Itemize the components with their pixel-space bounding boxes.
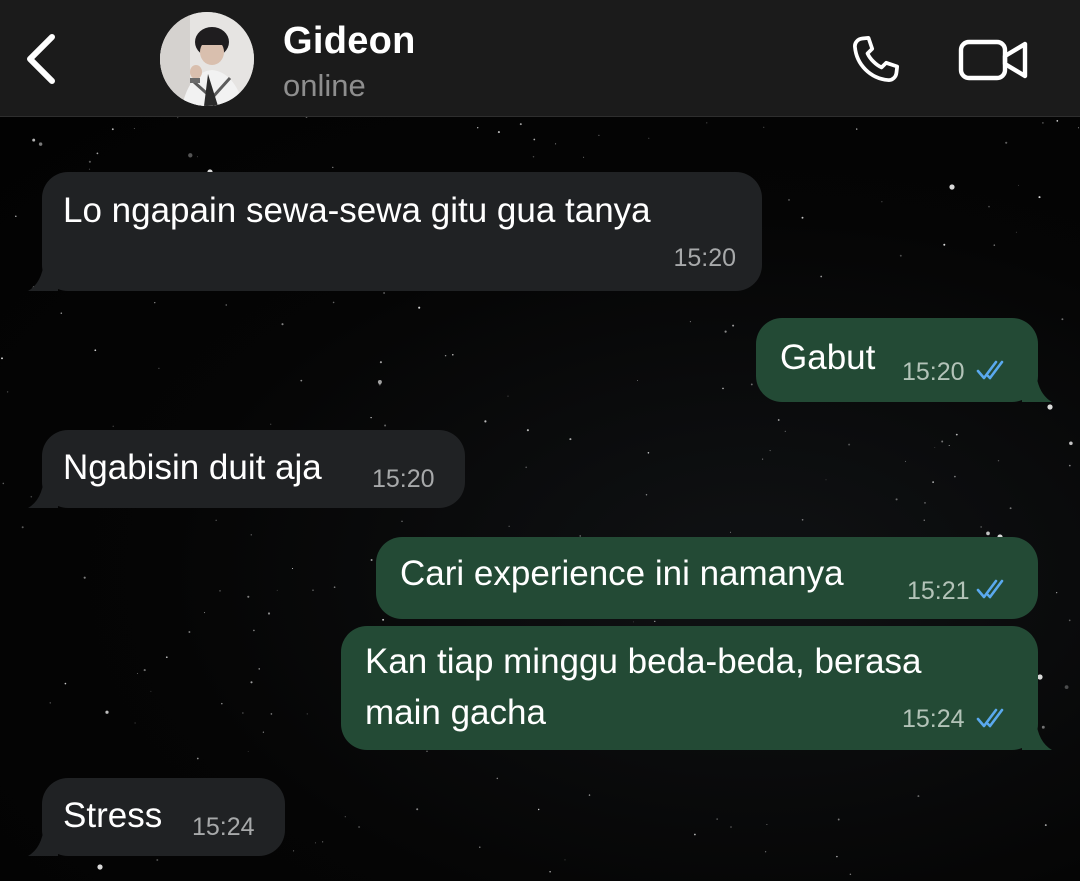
message-list[interactable]: Lo ngapain sewa-sewa gitu gua tanya 15:2… <box>0 117 1080 881</box>
message-bubble-incoming[interactable]: Lo ngapain sewa-sewa gitu gua tanya 15:2… <box>28 172 762 291</box>
message-text: Stress <box>63 796 163 835</box>
bubble-tail <box>28 478 58 508</box>
contact-name[interactable]: Gideon <box>283 20 416 63</box>
read-receipt-icon <box>976 360 1004 380</box>
message-timestamp: 15:24 <box>192 813 255 841</box>
avatar-photo <box>160 12 254 106</box>
contact-status: online <box>283 68 366 103</box>
phone-icon <box>853 35 900 82</box>
message-timestamp: 15:20 <box>902 358 965 386</box>
voice-call-button[interactable] <box>840 28 910 92</box>
message-timestamp: 15:20 <box>372 465 435 493</box>
message-text: Gabut <box>780 338 876 377</box>
bubble-tail <box>1022 720 1052 750</box>
video-camera-icon <box>958 39 1028 81</box>
message-bubble-incoming[interactable]: Ngabisin duit aja 15:20 <box>28 430 465 508</box>
bubble-tail <box>1022 372 1052 402</box>
message-text: Ngabisin duit aja <box>63 448 322 487</box>
avatar[interactable] <box>160 12 254 106</box>
message-timestamp: 15:21 <box>907 577 970 605</box>
chat-screen: Gideon online Lo ngapain sewa-sewa gitu … <box>0 0 1080 881</box>
bubble-tail <box>28 261 58 291</box>
message-timestamp: 15:24 <box>902 705 965 733</box>
message-text: Lo ngapain sewa-sewa gitu gua tanya <box>63 191 651 230</box>
message-timestamp: 15:20 <box>673 244 736 272</box>
chevron-left-icon <box>27 34 55 84</box>
video-call-button[interactable] <box>952 28 1036 92</box>
message-bubble-outgoing[interactable]: Gabut 15:20 <box>756 318 1052 402</box>
bubble-tail <box>28 826 58 856</box>
message-text: Cari experience ini namanya <box>400 554 844 593</box>
chat-header: Gideon online <box>0 0 1080 117</box>
message-text-line: Kan tiap minggu beda-beda, berasa <box>365 642 922 681</box>
message-text-line: main gacha <box>365 693 546 732</box>
message-bubble-outgoing[interactable]: Kan tiap minggu beda-beda, berasa main g… <box>341 626 1052 750</box>
message-bubble-incoming[interactable]: Stress 15:24 <box>28 778 285 856</box>
message-bubble-outgoing[interactable]: Cari experience ini namanya 15:21 <box>376 537 1038 619</box>
back-button[interactable] <box>14 24 70 94</box>
read-receipt-icon <box>976 579 1004 599</box>
read-receipt-icon <box>976 708 1004 728</box>
